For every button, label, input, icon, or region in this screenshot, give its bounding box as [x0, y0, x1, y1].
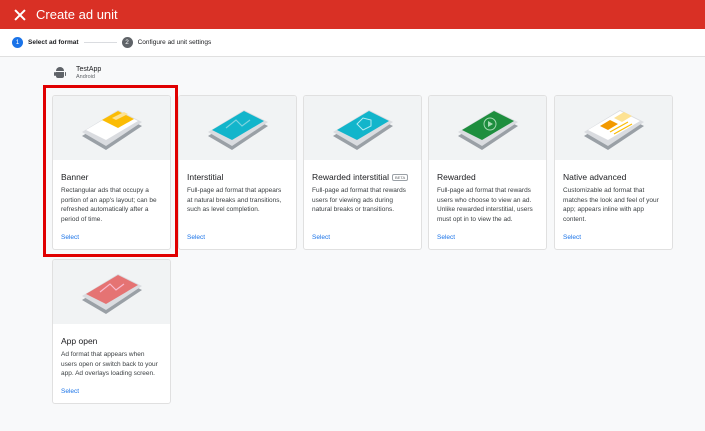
select-link[interactable]: Select [312, 234, 330, 241]
app-name: TestApp [76, 66, 102, 73]
ad-format-card-rewarded-interstitial[interactable]: Rewarded interstitial BETA Full-page ad f… [303, 95, 422, 250]
select-link[interactable]: Select [437, 234, 455, 241]
app-open-illustration [53, 260, 170, 324]
card-title: Interstitial [187, 172, 224, 182]
banner-highlight-box [43, 85, 178, 257]
app-info: TestApp Android [54, 66, 101, 80]
top-app-bar: Create ad unit [0, 0, 705, 29]
card-description: Full-page ad format that rewards users f… [312, 187, 406, 213]
select-link[interactable]: Select [61, 388, 79, 395]
rewarded-illustration [429, 96, 546, 160]
card-description: Full-page ad format that appears at natu… [187, 187, 282, 213]
interstitial-illustration [179, 96, 296, 160]
card-title: App open [61, 336, 98, 346]
ad-format-card-rewarded[interactable]: Rewarded Full-page ad format that reward… [428, 95, 547, 250]
ad-format-card-app-open[interactable]: App open Ad format that appears when use… [52, 259, 171, 404]
stepper: 1 Select ad format 2 Configure ad unit s… [0, 29, 705, 57]
card-title: Native advanced [563, 172, 627, 182]
rewarded-interstitial-illustration [304, 96, 421, 160]
select-link[interactable]: Select [563, 234, 581, 241]
native-advanced-illustration [555, 96, 672, 160]
select-link[interactable]: Select [187, 234, 205, 241]
card-title: Rewarded interstitial [312, 172, 390, 182]
page-title: Create ad unit [36, 7, 118, 22]
card-description: Ad format that appears when users open o… [61, 351, 158, 377]
step-configure-settings[interactable]: 2 Configure ad unit settings [121, 37, 212, 48]
step-label: Configure ad unit settings [137, 39, 212, 46]
android-icon [54, 66, 66, 80]
step-divider [83, 42, 117, 43]
step-number: 2 [121, 37, 133, 48]
step-number: 1 [12, 37, 23, 48]
step-label: Select ad format [28, 39, 79, 46]
card-description: Full-page ad format that rewards users w… [437, 187, 533, 223]
close-icon[interactable] [13, 8, 27, 22]
ad-format-card-native-advanced[interactable]: Native advanced Customizable ad format t… [554, 95, 673, 250]
ad-format-card-interstitial[interactable]: Interstitial Full-page ad format that ap… [178, 95, 297, 250]
app-platform: Android [76, 74, 95, 80]
card-title: Rewarded [437, 172, 476, 182]
card-description: Customizable ad format that matches the … [563, 187, 659, 223]
step-select-format[interactable]: 1 Select ad format [12, 37, 79, 48]
beta-badge: BETA [392, 173, 409, 181]
